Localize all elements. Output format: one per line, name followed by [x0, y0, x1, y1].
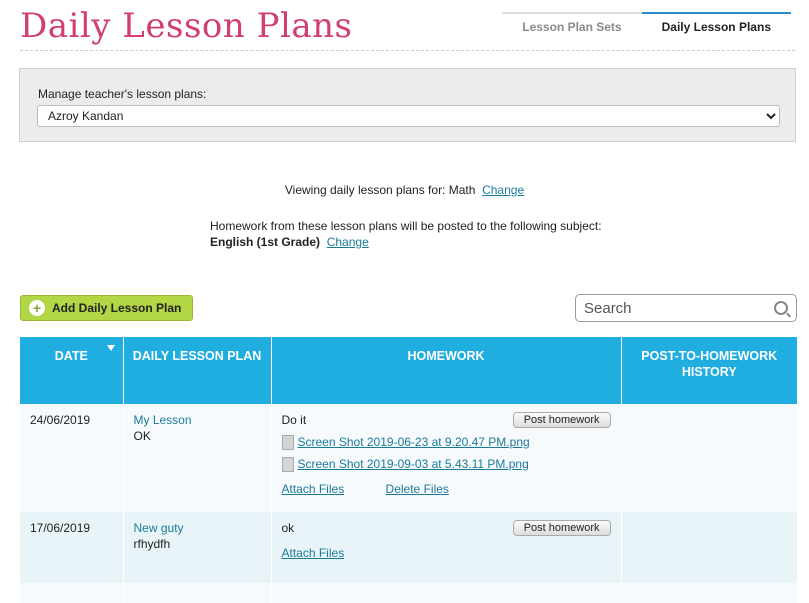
tab-bar: Lesson Plan Sets Daily Lesson Plans: [502, 12, 791, 46]
homework-column-header: HOMEWORK: [271, 337, 622, 404]
lesson-plans-table: DATE DAILY LESSON PLAN HOMEWORK POST-TO-…: [20, 337, 797, 603]
file-icon: [281, 456, 294, 472]
history-cell: [621, 512, 797, 583]
history-column-header: POST-TO-HOMEWORK HISTORY: [621, 337, 797, 404]
lesson-cell: My Lesson OK: [123, 404, 272, 512]
homework-cell: [271, 583, 622, 603]
history-cell: [621, 404, 797, 512]
date-cell: 24/06/2019: [20, 404, 124, 512]
change-homework-subject-link[interactable]: Change: [327, 235, 369, 249]
history-cell: [621, 583, 797, 603]
attachment-link[interactable]: Screen Shot 2019-06-23 at 9.20.47 PM.png: [298, 434, 530, 450]
delete-files-link[interactable]: Delete Files: [386, 482, 449, 496]
search-box: [575, 294, 797, 322]
plus-icon: +: [29, 300, 45, 316]
teacher-select[interactable]: Azroy Kandan: [37, 105, 780, 127]
date-cell: 17/06/2019: [20, 512, 124, 583]
lesson-cell: [123, 583, 272, 603]
attach-files-link[interactable]: Attach Files: [282, 546, 345, 560]
homework-subject: English (1st Grade): [210, 235, 321, 249]
page-title: Daily Lesson Plans: [20, 6, 353, 46]
search-input[interactable]: [576, 295, 772, 321]
add-lesson-plan-label: Add Daily Lesson Plan: [52, 301, 182, 315]
table-row: 24/06/2019 My Lesson OK Post homework Do…: [20, 404, 797, 512]
date-column-header[interactable]: DATE: [20, 337, 124, 404]
date-header-label: DATE: [54, 349, 88, 363]
homework-info-text: Homework from these lesson plans will be…: [210, 219, 602, 233]
title-divider: [20, 50, 795, 51]
lesson-link[interactable]: My Lesson: [134, 412, 261, 428]
tab-lesson-plan-sets[interactable]: Lesson Plan Sets: [502, 12, 642, 46]
post-homework-button[interactable]: Post homework: [512, 520, 611, 536]
attachment-item: Screen Shot 2019-09-03 at 5.43.11 PM.png: [281, 456, 611, 472]
attachment-link[interactable]: Screen Shot 2019-09-03 at 5.43.11 PM.png: [298, 456, 529, 472]
manage-label: Manage teacher's lesson plans:: [38, 87, 207, 101]
sort-down-icon: [106, 345, 115, 351]
lesson-cell: New guty rfhydfh: [123, 512, 272, 583]
viewing-text: Viewing daily lesson plans for: Math: [284, 183, 476, 197]
lesson-link[interactable]: New guty: [134, 520, 261, 536]
file-actions: Attach Files Delete Files: [282, 481, 611, 497]
date-cell: [20, 583, 124, 603]
homework-cell: Post homework ok Attach Files: [271, 512, 622, 583]
viewing-subject-line: Viewing daily lesson plans for: Math Cha…: [0, 183, 809, 197]
table-row: [20, 583, 797, 603]
change-subject-link[interactable]: Change: [482, 183, 524, 197]
lesson-note: OK: [133, 429, 151, 443]
homework-cell: Post homework Do it Screen Shot 2019-06-…: [271, 404, 622, 512]
file-icon: [281, 434, 294, 450]
table-row: 17/06/2019 New guty rfhydfh Post homewor…: [20, 512, 797, 583]
attachment-item: Screen Shot 2019-06-23 at 9.20.47 PM.png: [281, 434, 611, 450]
manage-panel: Manage teacher's lesson plans: Azroy Kan…: [19, 68, 796, 142]
file-actions: Attach Files: [282, 545, 611, 561]
tab-daily-lesson-plans[interactable]: Daily Lesson Plans: [641, 12, 791, 46]
add-lesson-plan-button[interactable]: + Add Daily Lesson Plan: [20, 295, 193, 321]
search-icon[interactable]: [774, 301, 788, 315]
post-homework-button[interactable]: Post homework: [512, 412, 611, 428]
lesson-note: rfhydfh: [133, 537, 171, 551]
attach-files-link[interactable]: Attach Files: [282, 482, 345, 496]
lesson-column-header: DAILY LESSON PLAN: [123, 337, 272, 404]
homework-subject-info: Homework from these lesson plans will be…: [210, 218, 602, 250]
